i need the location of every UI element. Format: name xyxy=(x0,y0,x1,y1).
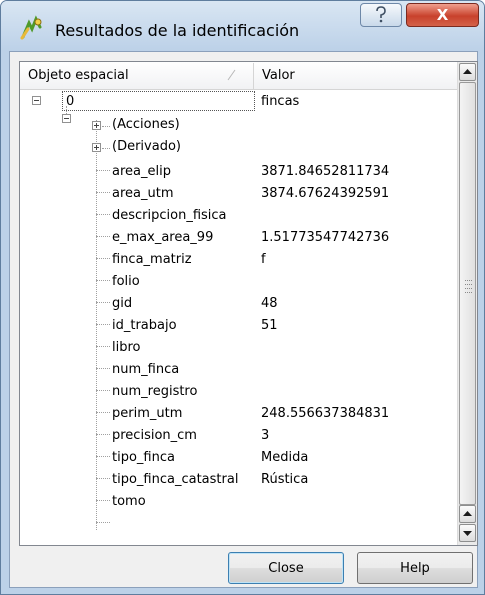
attribute-value: 3 xyxy=(261,428,270,443)
arrow-up-icon xyxy=(463,511,472,516)
tree-header: Objeto espacial Valor xyxy=(20,62,457,90)
tree-row-root[interactable]: 0 fincas xyxy=(20,91,457,113)
help-button[interactable]: Help xyxy=(357,552,473,584)
grip-line xyxy=(465,284,472,285)
root-layer-name: fincas xyxy=(261,94,300,109)
arrow-down-icon xyxy=(463,531,472,536)
title-bar[interactable]: Resultados de la identificación X xyxy=(1,1,484,51)
attribute-row[interactable]: tipo_finca Medida xyxy=(20,447,457,469)
attribute-name: descripcion_fisica xyxy=(112,208,227,223)
attribute-value: 3874.67624392591 xyxy=(261,186,390,201)
attribute-row[interactable]: area_utm 3874.67624392591 xyxy=(20,183,457,205)
attribute-name: tipo_finca_catastral xyxy=(112,472,239,487)
attribute-value: f xyxy=(261,252,266,267)
question-mark-icon xyxy=(376,6,386,23)
attribute-value: Rústica xyxy=(261,472,309,487)
attribute-row[interactable]: e_max_area_99 1.51773547742736 xyxy=(20,227,457,249)
window-close-button[interactable]: X xyxy=(406,3,479,27)
attribute-row[interactable]: precision_cm 3 xyxy=(20,425,457,447)
close-x-icon: X xyxy=(436,6,449,24)
attribute-name: tomo xyxy=(112,494,146,509)
focus-rect xyxy=(62,91,255,111)
attribute-row[interactable]: finca_matriz f xyxy=(20,249,457,271)
attribute-name: num_finca xyxy=(112,362,180,377)
expand-icon[interactable] xyxy=(92,143,101,152)
window-title: Resultados de la identificación xyxy=(55,21,300,40)
attribute-name: id_trabajo xyxy=(112,318,177,333)
scroll-up-button[interactable] xyxy=(459,63,476,81)
close-button[interactable]: Close xyxy=(228,552,344,584)
attribute-row[interactable]: id_trabajo 51 xyxy=(20,315,457,337)
root-feature-id: 0 xyxy=(66,94,75,109)
attribute-name: tipo_finca xyxy=(112,450,175,465)
attribute-name: area_elip xyxy=(112,164,171,179)
tree-connector xyxy=(96,522,110,523)
attribute-value: 3871.84652811734 xyxy=(261,164,390,179)
attribute-name: precision_cm xyxy=(112,428,197,443)
attribute-name: libro xyxy=(112,340,141,355)
identify-tool-icon xyxy=(20,15,42,40)
attribute-row[interactable]: libro xyxy=(20,337,457,359)
arrow-up-icon xyxy=(463,69,472,74)
grip-line xyxy=(465,280,472,281)
attribute-value: Medida xyxy=(261,450,309,465)
attribute-value: 51 xyxy=(261,318,278,333)
attribute-name: perim_utm xyxy=(112,406,183,421)
scroll-down-button[interactable] xyxy=(459,524,476,542)
sort-indicator-icon xyxy=(227,69,236,81)
scrollbar-thumb[interactable] xyxy=(459,82,476,505)
expand-icon[interactable] xyxy=(92,121,101,130)
attribute-name: area_utm xyxy=(112,186,174,201)
context-help-button[interactable] xyxy=(360,3,402,27)
vertical-scrollbar[interactable] xyxy=(457,62,477,545)
grip-line xyxy=(465,292,472,293)
attribute-value: 1.51773547742736 xyxy=(261,230,390,245)
scroll-up-button[interactable] xyxy=(459,505,476,523)
attribute-row[interactable]: perim_utm 248.556637384831 xyxy=(20,403,457,425)
attribute-value: 48 xyxy=(261,296,278,311)
identify-results-window: Resultados de la identificación X Objeto… xyxy=(0,0,485,595)
column-header-value[interactable]: Valor xyxy=(254,62,454,89)
attribute-name: gid xyxy=(112,296,133,311)
attribute-row[interactable]: area_elip 3871.84652811734 xyxy=(20,161,457,183)
attribute-row[interactable]: gid 48 xyxy=(20,293,457,315)
results-tree[interactable]: Objeto espacial Valor 0 fincas (Acciones… xyxy=(19,61,478,546)
attribute-name: e_max_area_99 xyxy=(112,230,214,245)
attribute-row[interactable]: tipo_finca_catastral Rústica xyxy=(20,469,457,491)
attribute-name: finca_matriz xyxy=(112,252,192,267)
attribute-row[interactable]: tomo xyxy=(20,491,457,513)
grip-line xyxy=(465,288,472,289)
attribute-row[interactable]: num_registro xyxy=(20,381,457,403)
attribute-row[interactable]: num_finca xyxy=(20,359,457,381)
collapse-icon[interactable] xyxy=(32,96,41,105)
attribute-value: 248.556637384831 xyxy=(261,406,390,421)
attribute-name: num_registro xyxy=(112,384,198,399)
column-header-feature[interactable]: Objeto espacial xyxy=(20,62,253,89)
group-label: (Acciones) xyxy=(112,117,180,132)
attribute-name: folio xyxy=(112,274,140,289)
group-label: (Derivado) xyxy=(112,139,181,154)
attribute-row[interactable]: folio xyxy=(20,271,457,293)
tree-row-group[interactable]: (Acciones) xyxy=(20,117,457,142)
attribute-row[interactable]: descripcion_fisica xyxy=(20,205,457,227)
